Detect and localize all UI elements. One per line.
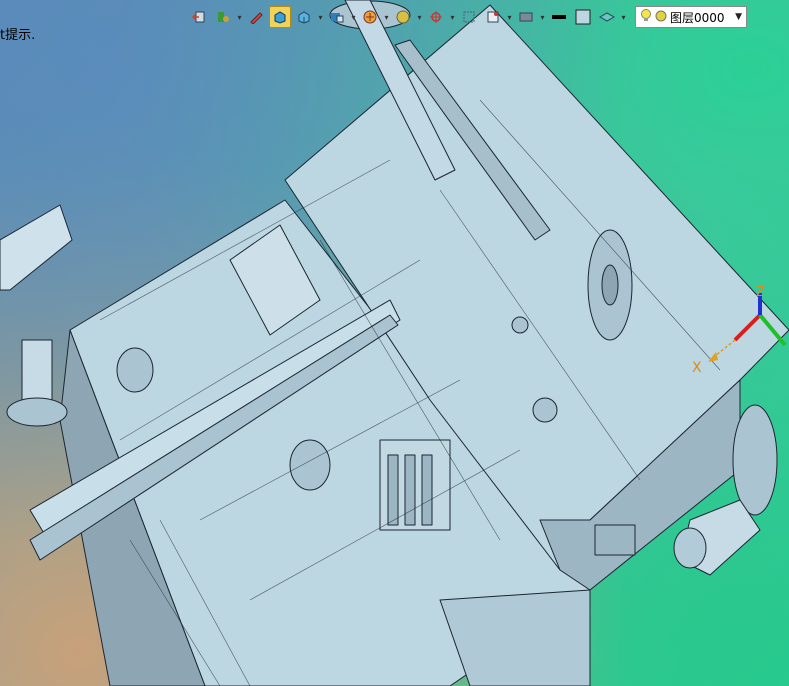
cad-model[interactable] — [0, 0, 789, 686]
chevron-down-icon[interactable]: ▾ — [449, 13, 456, 22]
user-cs-icon[interactable] — [212, 6, 234, 28]
3d-viewport[interactable]: t提示. Z X ▾ ▾ ▾ ▾ ▾ ▾ ▾ ▾ ▾ 图层0000 ▼ — [0, 0, 789, 686]
prompt-hint: t提示. — [0, 28, 36, 43]
screen-icon[interactable] — [515, 6, 537, 28]
layer-selector[interactable]: 图层0000 ▼ — [635, 6, 747, 28]
view-toolbar: ▾ ▾ ▾ ▾ ▾ ▾ ▾ ▾ ▾ 图层0000 ▼ — [188, 4, 787, 30]
chevron-down-icon[interactable]: ▾ — [416, 13, 423, 22]
line-weight-icon[interactable] — [548, 6, 570, 28]
origin-icon[interactable] — [425, 6, 447, 28]
layer-name: 图层0000 — [670, 10, 725, 25]
reel-lower-right — [732, 404, 778, 516]
chevron-down-icon[interactable]: ▾ — [383, 13, 390, 22]
pen-icon[interactable] — [245, 6, 267, 28]
axis-z-label: Z — [756, 285, 765, 300]
chevron-down-icon[interactable]: ▾ — [350, 13, 357, 22]
chevron-down-icon[interactable]: ▾ — [620, 13, 627, 22]
camera-lens-center — [289, 439, 331, 491]
lightbulb-icon[interactable] — [640, 8, 652, 26]
exit-icon[interactable] — [188, 6, 210, 28]
view-icon[interactable] — [326, 6, 348, 28]
frame-icon[interactable] — [458, 6, 480, 28]
layer-color-icon[interactable] — [655, 10, 667, 25]
camera-icon[interactable] — [482, 6, 504, 28]
chevron-down-icon[interactable]: ▾ — [539, 13, 546, 22]
cube-icon[interactable] — [293, 6, 315, 28]
chevron-down-icon[interactable]: ▾ — [236, 13, 243, 22]
chevron-down-icon[interactable]: ▾ — [317, 13, 324, 22]
fan-grille — [594, 524, 636, 556]
chevron-down-icon[interactable]: ▾ — [506, 13, 513, 22]
chevron-down-icon[interactable]: ▼ — [735, 12, 742, 22]
render-icon[interactable] — [359, 6, 381, 28]
camera-lens-left — [116, 347, 154, 393]
layer-stack-icon[interactable] — [596, 6, 618, 28]
sphere-icon[interactable] — [392, 6, 414, 28]
axis-x-label: X — [692, 360, 702, 376]
box-shaded-icon[interactable] — [269, 6, 291, 28]
fill-color-icon[interactable] — [572, 6, 594, 28]
side-bracket — [0, 204, 73, 291]
